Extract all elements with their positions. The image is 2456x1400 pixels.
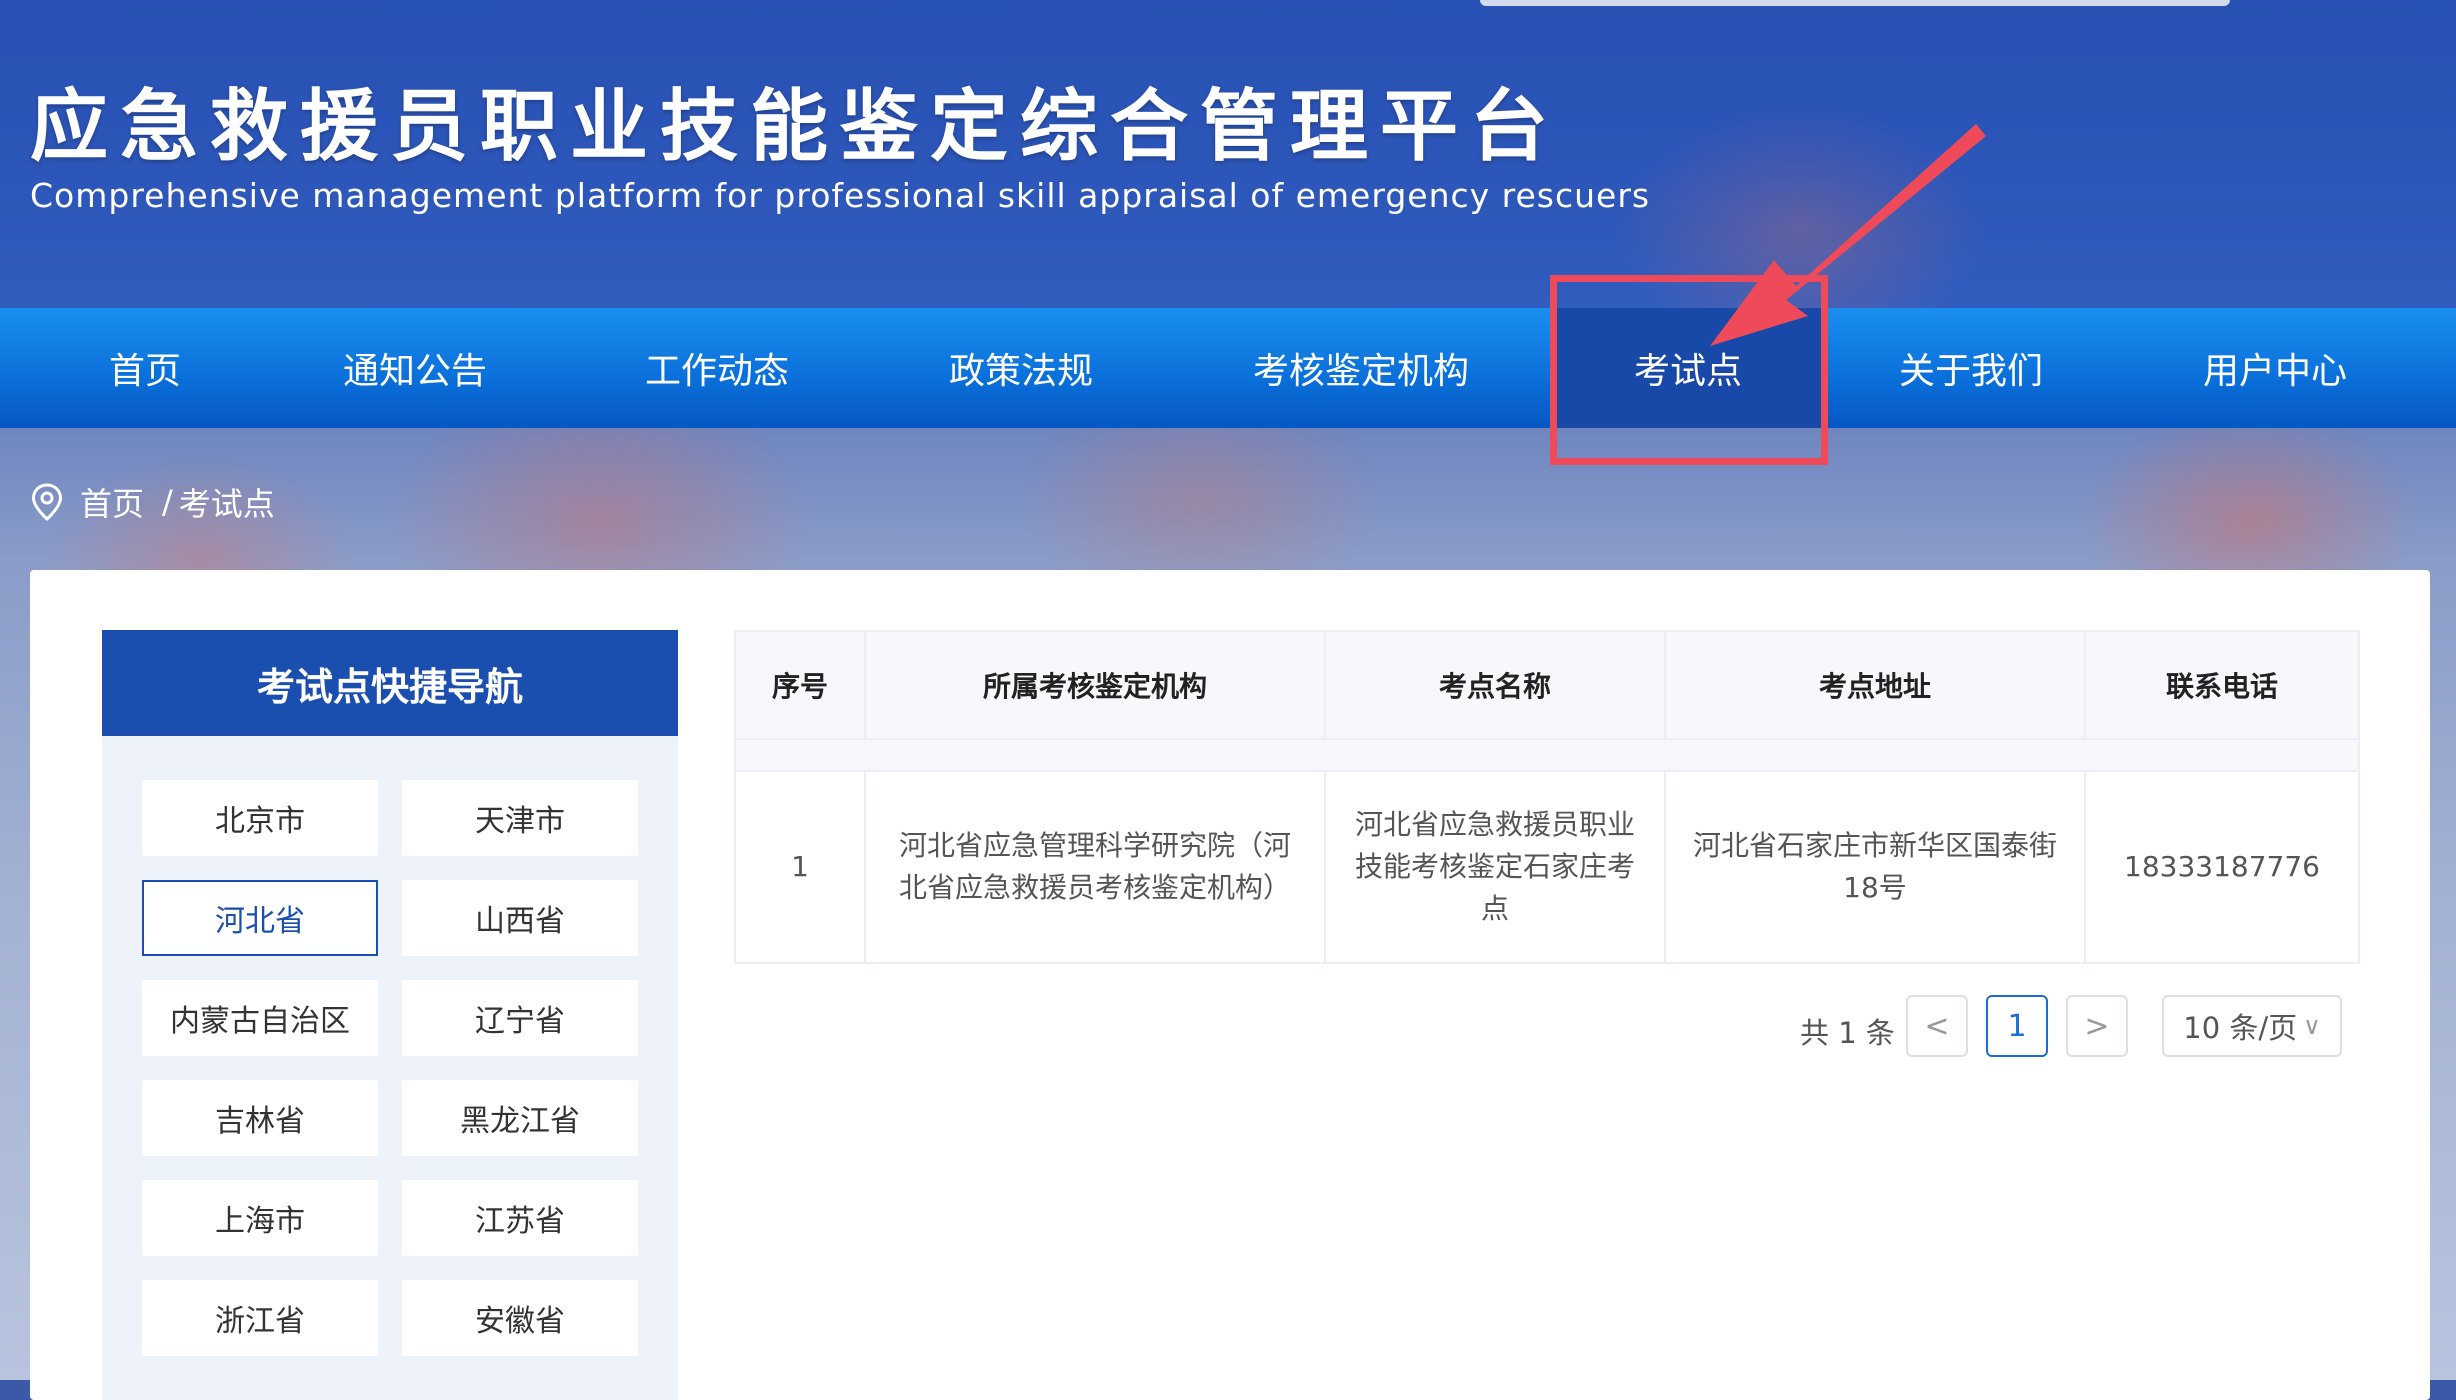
column-header-phone: 联系电话: [2084, 630, 2360, 740]
page-size-label: 10 条/页: [2183, 1011, 2298, 1045]
breadcrumb-home[interactable]: 首页: [80, 479, 144, 525]
province-beijing[interactable]: 北京市: [142, 780, 378, 856]
location-pin-icon: [31, 483, 63, 522]
exam-site-quick-nav: 考试点快捷导航 北京市 天津市 河北省 山西省 内蒙古自治区 辽宁省 吉林省 黑…: [102, 630, 678, 1400]
nav-item-user-center[interactable]: 用户中心: [2180, 308, 2370, 428]
exam-site-table: 序号 所属考核鉴定机构 考点名称 考点地址 联系电话 1 河北省应急管理科学研究…: [734, 630, 2360, 964]
province-inner-mongolia[interactable]: 内蒙古自治区: [142, 980, 378, 1056]
province-heilongjiang[interactable]: 黑龙江省: [402, 1080, 638, 1156]
province-zhejiang[interactable]: 浙江省: [142, 1280, 378, 1356]
breadcrumb-separator: /: [162, 483, 173, 521]
nav-item-policies[interactable]: 政策法规: [926, 308, 1116, 428]
site-title: 应急救援员职业技能鉴定综合管理平台: [30, 82, 1561, 172]
nav-item-notices[interactable]: 通知公告: [320, 308, 510, 428]
pagination-prev-button[interactable]: <: [1906, 995, 1968, 1057]
province-jilin[interactable]: 吉林省: [142, 1080, 378, 1156]
column-header-site-name: 考点名称: [1324, 630, 1666, 740]
province-tianjin[interactable]: 天津市: [402, 780, 638, 856]
quick-nav-title: 考试点快捷导航: [102, 630, 678, 736]
table-spacer-row: [734, 739, 2360, 771]
nav-item-work-news[interactable]: 工作动态: [622, 308, 812, 428]
chevron-left-icon: <: [1924, 1008, 1950, 1044]
column-header-org: 所属考核鉴定机构: [864, 630, 1326, 740]
cell-phone: 18333187776: [2084, 770, 2360, 964]
annotation-arrow-icon: [1710, 124, 1986, 346]
province-hebei[interactable]: 河北省: [142, 880, 378, 956]
province-liaoning[interactable]: 辽宁省: [402, 980, 638, 1056]
cell-org: 河北省应急管理科学研究院（河北省应急救援员考核鉴定机构）: [864, 770, 1326, 964]
page-size-select[interactable]: 10 条/页 ∨: [2162, 995, 2342, 1057]
chevron-right-icon: >: [2084, 1008, 2110, 1044]
column-header-address: 考点地址: [1664, 630, 2086, 740]
pagination-total: 共 1 条: [1800, 1016, 1895, 1050]
nav-item-home[interactable]: 首页: [60, 308, 230, 428]
province-jiangsu[interactable]: 江苏省: [402, 1180, 638, 1256]
cell-address: 河北省石家庄市新华区国泰街18号: [1664, 770, 2086, 964]
chevron-down-icon: ∨: [2303, 1012, 2321, 1040]
site-subtitle: Comprehensive management platform for pr…: [30, 176, 1651, 215]
table-header-row: 序号 所属考核鉴定机构 考点名称 考点地址 联系电话: [734, 630, 2360, 740]
breadcrumb: 首页 / 考试点: [30, 478, 275, 526]
pagination-page-1[interactable]: 1: [1986, 995, 2048, 1057]
main-nav: 首页 通知公告 工作动态 政策法规 考核鉴定机构 考试点 关于我们 用户中心: [0, 308, 2456, 428]
nav-item-appraisal-orgs[interactable]: 考核鉴定机构: [1236, 308, 1486, 428]
table-row[interactable]: 1 河北省应急管理科学研究院（河北省应急救援员考核鉴定机构） 河北省应急救援员职…: [734, 770, 2360, 964]
pagination-next-button[interactable]: >: [2066, 995, 2128, 1057]
top-sliver: [1480, 0, 2230, 6]
province-shanghai[interactable]: 上海市: [142, 1180, 378, 1256]
cell-site-name: 河北省应急救援员职业技能考核鉴定石家庄考点: [1324, 770, 1666, 964]
cell-index: 1: [734, 770, 866, 964]
breadcrumb-current: 考试点: [178, 485, 275, 523]
column-header-index: 序号: [734, 630, 866, 740]
province-shanxi[interactable]: 山西省: [402, 880, 638, 956]
province-anhui[interactable]: 安徽省: [402, 1280, 638, 1356]
